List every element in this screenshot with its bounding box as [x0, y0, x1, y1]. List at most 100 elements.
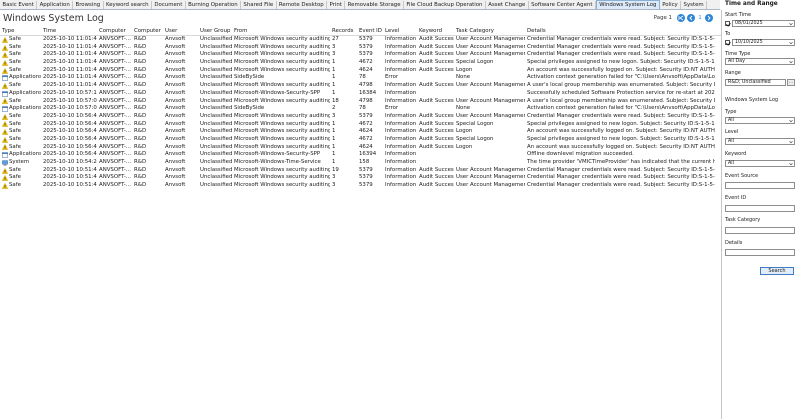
table-row[interactable]: Safe 2025-10-10 10:56:43 ANVSOFT-... R&D Anv…	[0, 144, 721, 152]
table-cell: Anvsoft	[165, 182, 186, 189]
search-button[interactable]: Search	[760, 267, 794, 275]
tab-windows-system-log[interactable]: Windows System Log	[595, 0, 660, 9]
column-header[interactable]: Level	[383, 28, 417, 35]
tab-removable-storage[interactable]: Removable Storage	[345, 1, 404, 9]
table-row[interactable]: Applications 2025-10-10 10:56:43 ANVSOFT-.…	[0, 151, 721, 159]
tab-asset-change[interactable]: Asset Change	[486, 1, 529, 9]
type-cell: Safe	[0, 113, 41, 121]
table-cell: Anvsoft	[165, 59, 186, 66]
column-header[interactable]: Time	[41, 28, 97, 35]
keyword-select[interactable]: All	[725, 160, 795, 167]
table-row[interactable]: Safe 2025-10-10 11:01:44 ANVSOFT-... R&D Anv…	[0, 59, 721, 67]
log-panel: Windows System Log Page 1 1 Type Time Comp…	[0, 10, 722, 419]
tab-keyword-search[interactable]: Keyword search	[104, 1, 152, 9]
warning-shield-icon	[1, 67, 9, 74]
calendar-dropdown-icon[interactable]	[789, 41, 793, 45]
table-cell: Offline downlevel migration succeeded.	[527, 151, 634, 158]
table-cell: R&D	[134, 59, 147, 66]
start-time-checkbox[interactable]	[725, 21, 730, 26]
column-header[interactable]: User Group	[198, 28, 232, 35]
table-row[interactable]: Safe 2025-10-10 10:51:40 ANVSOFT-... R&D Anv…	[0, 182, 721, 190]
task-category-input[interactable]	[725, 227, 795, 234]
type-cell: Safe	[0, 182, 41, 190]
table-cell: Information	[385, 166, 417, 173]
column-header[interactable]: Details	[525, 28, 715, 35]
prev-page-icon[interactable]	[687, 14, 695, 22]
table-cell: Credential Manager credentials were read…	[527, 182, 715, 189]
column-header[interactable]: Task Category	[454, 28, 525, 35]
tab-system[interactable]: System	[681, 1, 708, 9]
table-row[interactable]: Applications 2025-10-10 10:57:14 ANVSOFT-.…	[0, 90, 721, 98]
keyword-label: Keyword	[725, 151, 747, 157]
first-page-icon[interactable]	[677, 14, 685, 22]
tab-print[interactable]: Print	[327, 1, 346, 9]
table-cell: R&D	[134, 82, 147, 89]
type-select[interactable]: All	[725, 117, 795, 124]
to-time-field[interactable]: 10/10/2025	[732, 39, 795, 46]
warning-shield-icon	[1, 113, 9, 120]
tab-file-cloud-backup-operation[interactable]: File Cloud Backup Operation	[404, 1, 486, 9]
table-cell	[454, 151, 525, 159]
tab-basic-event[interactable]: Basic Event	[0, 1, 38, 9]
table-cell: Microsoft Windows security auditing.	[234, 59, 330, 66]
time-type-select[interactable]: All Day	[725, 58, 795, 65]
table-row[interactable]: Safe 2025-10-10 10:57:09 ANVSOFT-... R&D Anv…	[0, 98, 721, 106]
table-row[interactable]: Applications 2025-10-10 10:57:09 ANVSOFT-.…	[0, 105, 721, 113]
level-select[interactable]: All	[725, 138, 795, 145]
table-row[interactable]: Safe 2025-10-10 10:56:43 ANVSOFT-... R&D Anv…	[0, 128, 721, 136]
event-id-label: Event ID	[725, 195, 747, 201]
table-row[interactable]: Safe 2025-10-10 11:01:44 ANVSOFT-... R&D Anv…	[0, 44, 721, 52]
table-cell: User Account Management	[456, 166, 525, 173]
tab-burning-operation[interactable]: Burning Operation	[186, 1, 242, 9]
table-row[interactable]: Safe 2025-10-10 10:56:43 ANVSOFT-... R&D Anv…	[0, 113, 721, 121]
table-row[interactable]: Safe 2025-10-10 11:01:44 ANVSOFT-... R&D Anv…	[0, 67, 721, 75]
table-cell: 5379	[359, 112, 373, 119]
type-label: Safe	[9, 59, 21, 66]
column-header[interactable]: From	[232, 28, 330, 35]
table-cell	[454, 159, 525, 167]
column-header[interactable]: Computer ...	[132, 28, 163, 35]
column-header[interactable]: User	[163, 28, 198, 35]
next-page-icon[interactable]	[705, 14, 713, 22]
table-row[interactable]: Safe 2025-10-10 10:51:40 ANVSOFT-... R&D Anv…	[0, 174, 721, 182]
tab-policy[interactable]: Policy	[660, 1, 682, 9]
tab-browsing[interactable]: Browsing	[73, 1, 104, 9]
table-cell: 2	[332, 105, 336, 112]
table-row[interactable]: Safe 2025-10-10 10:51:40 ANVSOFT-... R&D Anv…	[0, 167, 721, 175]
table-cell: ANVSOFT-...	[99, 43, 131, 50]
table-cell: Unclassified	[200, 128, 232, 135]
tab-remote-desktop[interactable]: Remote Desktop	[277, 1, 328, 9]
warning-shield-icon	[1, 144, 9, 151]
column-header[interactable]: Event ID	[357, 28, 383, 35]
column-header[interactable]: Computer	[97, 28, 132, 35]
tab-shared-file[interactable]: Shared File	[241, 1, 277, 9]
column-header[interactable]: Type	[0, 28, 41, 35]
type-label: Applications	[9, 151, 41, 158]
table-row[interactable]: Safe 2025-10-10 11:01:45 ANVSOFT-... R&D Anv…	[0, 36, 721, 44]
table-row[interactable]: Safe 2025-10-10 11:01:40 ANVSOFT-... R&D Anv…	[0, 82, 721, 90]
table-cell: 4624	[359, 143, 373, 150]
table-cell: 2025-10-10 11:01:44	[43, 59, 97, 66]
table-row[interactable]: Safe 2025-10-10 11:01:44 ANVSOFT-... R&D Anv…	[0, 51, 721, 59]
table-row[interactable]: System 2025-10-10 10:54:22 ANVSOFT-... R&D A…	[0, 159, 721, 167]
type-label: Safe	[9, 51, 21, 58]
start-time-field[interactable]: 08/01/2025	[732, 20, 795, 27]
column-header[interactable]: Records	[330, 28, 357, 35]
table-row[interactable]: Safe 2025-10-10 10:56:43 ANVSOFT-... R&D Anv…	[0, 136, 721, 144]
tab-document[interactable]: Document	[152, 1, 186, 9]
table-cell: R&D	[134, 151, 147, 158]
event-id-input[interactable]	[725, 205, 795, 212]
table-cell: Audit Success	[419, 97, 454, 104]
table-row[interactable]: Applications 2025-10-10 11:01:41 ANVSOFT-.…	[0, 74, 721, 82]
details-input[interactable]	[725, 249, 795, 256]
table-row[interactable]: Safe 2025-10-10 10:56:43 ANVSOFT-... R&D Anv…	[0, 121, 721, 129]
tab-software-center-agent[interactable]: Software Center Agent	[529, 1, 596, 9]
range-field[interactable]: R&D; Unclassified	[725, 79, 786, 86]
to-time-checkbox[interactable]	[725, 40, 730, 45]
event-source-input[interactable]	[725, 182, 795, 189]
column-header[interactable]: Keyword	[417, 28, 454, 35]
tab-application[interactable]: Application	[37, 1, 74, 9]
range-picker-button[interactable]: ...	[787, 79, 795, 86]
calendar-dropdown-icon[interactable]	[789, 22, 793, 26]
table-cell: Error	[385, 105, 399, 112]
